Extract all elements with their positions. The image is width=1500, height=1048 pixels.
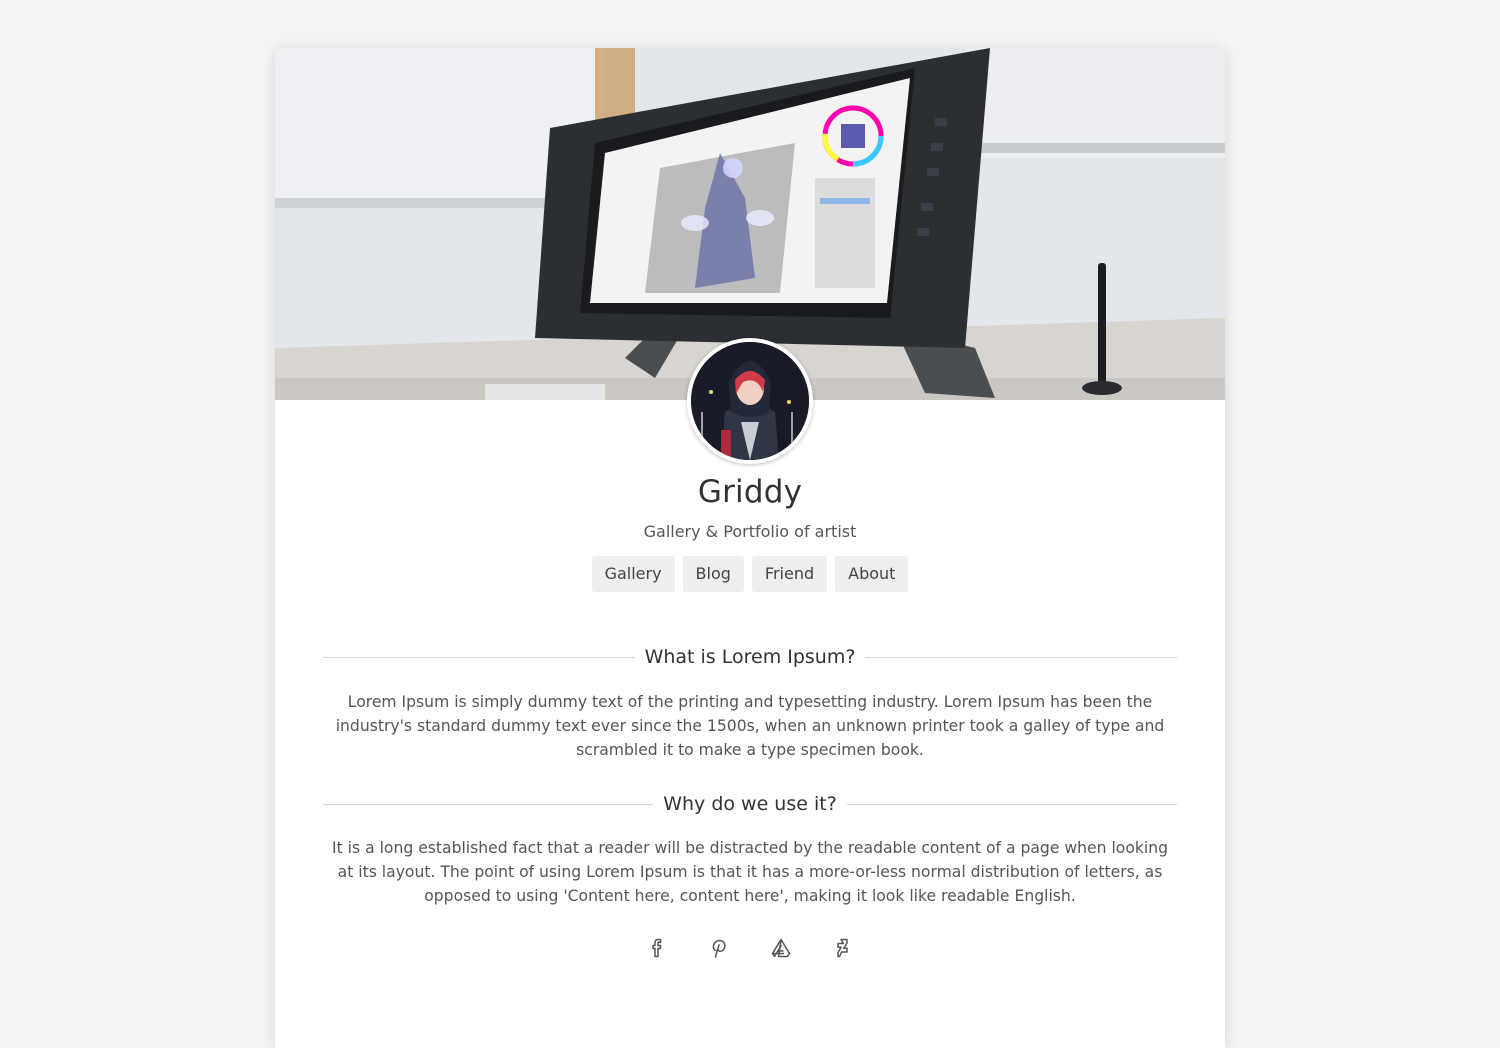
social-links [275, 936, 1225, 960]
profile-tagline: Gallery & Portfolio of artist [643, 522, 857, 541]
nav-gallery-button[interactable]: Gallery [591, 556, 675, 592]
avatar[interactable] [687, 338, 813, 464]
nav-friend-button[interactable]: Friend [751, 556, 828, 592]
facebook-icon[interactable] [645, 936, 669, 960]
profile-card: Griddy Gallery & Portfolio of artist Gal… [275, 48, 1225, 1048]
pinterest-icon[interactable] [707, 936, 731, 960]
section-heading-text: Why do we use it? [663, 793, 837, 815]
section-body: It is a long established fact that a rea… [331, 839, 1169, 905]
divider [865, 656, 1178, 658]
profile-nav: Gallery Blog Friend About [275, 556, 1225, 592]
section-heading: Why do we use it? [323, 793, 1177, 815]
section-heading: What is Lorem Ipsum? [323, 646, 1178, 668]
divider [323, 803, 654, 805]
divider [846, 803, 1177, 805]
nav-about-button[interactable]: About [835, 556, 909, 592]
section-heading-text: What is Lorem Ipsum? [644, 646, 856, 668]
section-body: Lorem Ipsum is simply dummy text of the … [335, 693, 1165, 759]
deviantart-icon[interactable] [831, 936, 855, 960]
artstation-icon[interactable] [769, 936, 793, 960]
divider [323, 656, 635, 658]
profile-name: Griddy [697, 474, 803, 510]
nav-blog-button[interactable]: Blog [682, 556, 744, 592]
